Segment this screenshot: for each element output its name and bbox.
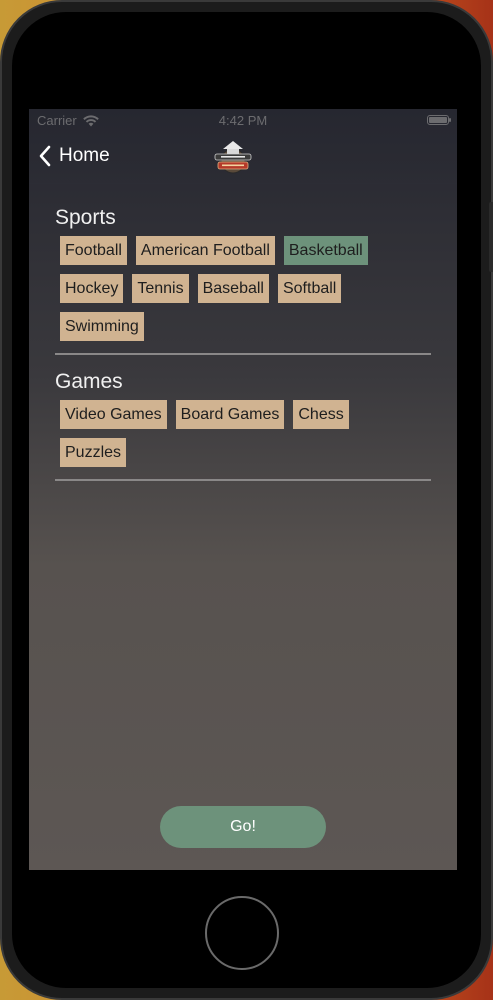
tag-tennis[interactable]: Tennis	[132, 274, 189, 303]
section-title-games: Games	[55, 370, 123, 393]
section-divider	[55, 353, 431, 355]
chevron-left-icon	[39, 145, 51, 167]
games-section: Games Video Games Board Games Chess Puzz…	[55, 370, 431, 481]
section-title-sports: Sports	[55, 206, 116, 229]
tag-chess[interactable]: Chess	[293, 400, 349, 429]
status-bar: Carrier 4:42 PM	[29, 109, 457, 133]
power-button	[489, 202, 493, 272]
tag-video-games[interactable]: Video Games	[60, 400, 167, 429]
back-button[interactable]: Home	[39, 145, 110, 167]
navigation-bar: Home	[29, 133, 457, 184]
battery-icon	[427, 115, 451, 125]
go-button[interactable]: Go!	[160, 806, 326, 848]
tag-softball[interactable]: Softball	[277, 274, 342, 303]
tag-puzzles[interactable]: Puzzles	[60, 438, 127, 467]
sports-section: Sports Football American Football Basket…	[55, 206, 431, 355]
tag-baseball[interactable]: Baseball	[197, 274, 269, 303]
section-divider	[55, 479, 431, 481]
tag-board-games[interactable]: Board Games	[175, 400, 285, 429]
tag-hockey[interactable]: Hockey	[60, 274, 124, 303]
content-area: Sports Football American Football Basket…	[29, 206, 457, 481]
home-button[interactable]	[205, 896, 279, 970]
games-tag-list: Video Games Board Games Chess Puzzles	[55, 400, 431, 476]
status-time: 4:42 PM	[218, 113, 268, 128]
village-sports-logo	[214, 141, 252, 174]
battery-fill	[429, 117, 447, 123]
back-label: Home	[59, 145, 110, 166]
tag-swimming[interactable]: Swimming	[60, 312, 144, 341]
tag-basketball[interactable]: Basketball	[283, 236, 368, 265]
tag-american-football[interactable]: American Football	[135, 236, 275, 265]
sports-tag-list: Football American Football Basketball Ho…	[55, 236, 431, 350]
app-screen: Carrier 4:42 PM Home Sports Football Ame…	[29, 109, 457, 870]
tag-football[interactable]: Football	[60, 236, 127, 265]
